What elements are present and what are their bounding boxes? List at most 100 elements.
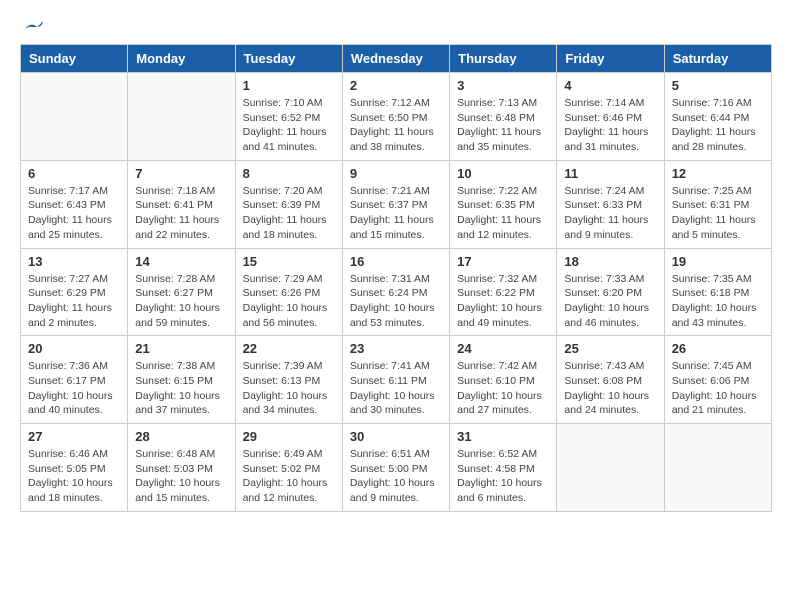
cell-info: Sunrise: 7:43 AM Sunset: 6:08 PM Dayligh… xyxy=(564,359,656,418)
calendar-cell xyxy=(21,73,128,161)
cell-info: Sunrise: 7:27 AM Sunset: 6:29 PM Dayligh… xyxy=(28,272,120,331)
cell-info: Sunrise: 7:14 AM Sunset: 6:46 PM Dayligh… xyxy=(564,96,656,155)
cell-info: Sunrise: 7:18 AM Sunset: 6:41 PM Dayligh… xyxy=(135,184,227,243)
week-row-4: 20 Sunrise: 7:36 AM Sunset: 6:17 PM Dayli… xyxy=(21,336,772,424)
calendar-cell: 17 Sunrise: 7:32 AM Sunset: 6:22 PM Dayli… xyxy=(450,248,557,336)
calendar-cell: 22 Sunrise: 7:39 AM Sunset: 6:13 PM Dayli… xyxy=(235,336,342,424)
day-number: 14 xyxy=(135,254,227,269)
cell-info: Sunrise: 7:41 AM Sunset: 6:11 PM Dayligh… xyxy=(350,359,442,418)
day-number: 12 xyxy=(672,166,764,181)
cell-info: Sunrise: 7:29 AM Sunset: 6:26 PM Dayligh… xyxy=(243,272,335,331)
calendar-cell xyxy=(664,424,771,512)
day-number: 11 xyxy=(564,166,656,181)
calendar-cell: 10Sunrise: 7:22 AM Sunset: 6:35 PM Dayli… xyxy=(450,160,557,248)
day-number: 4 xyxy=(564,78,656,93)
week-row-5: 27 Sunrise: 6:46 AM Sunset: 5:05 PM Dayli… xyxy=(21,424,772,512)
day-number: 13 xyxy=(28,254,120,269)
day-number: 23 xyxy=(350,341,442,356)
day-header-sunday: Sunday xyxy=(21,45,128,73)
cell-info: Sunrise: 7:10 AM Sunset: 6:52 PM Dayligh… xyxy=(243,96,335,155)
day-number: 5 xyxy=(672,78,764,93)
calendar-cell: 15Sunrise: 7:29 AM Sunset: 6:26 PM Dayli… xyxy=(235,248,342,336)
calendar-cell: 6 Sunrise: 7:17 AM Sunset: 6:43 PM Daylig… xyxy=(21,160,128,248)
cell-info: Sunrise: 7:35 AM Sunset: 6:18 PM Dayligh… xyxy=(672,272,764,331)
day-header-saturday: Saturday xyxy=(664,45,771,73)
day-number: 20 xyxy=(28,341,120,356)
cell-info: Sunrise: 6:46 AM Sunset: 5:05 PM Dayligh… xyxy=(28,447,120,506)
calendar-cell: 27 Sunrise: 6:46 AM Sunset: 5:05 PM Dayli… xyxy=(21,424,128,512)
logo-bird-icon xyxy=(22,20,44,38)
calendar-cell xyxy=(557,424,664,512)
day-number: 2 xyxy=(350,78,442,93)
logo xyxy=(20,20,44,34)
day-number: 22 xyxy=(243,341,335,356)
calendar-cell: 28 Sunrise: 6:48 AM Sunset: 5:03 PM Dayli… xyxy=(128,424,235,512)
day-number: 1 xyxy=(243,78,335,93)
day-header-tuesday: Tuesday xyxy=(235,45,342,73)
day-number: 26 xyxy=(672,341,764,356)
cell-info: Sunrise: 7:32 AM Sunset: 6:22 PM Dayligh… xyxy=(457,272,549,331)
cell-info: Sunrise: 7:36 AM Sunset: 6:17 PM Dayligh… xyxy=(28,359,120,418)
cell-info: Sunrise: 7:12 AM Sunset: 6:50 PM Dayligh… xyxy=(350,96,442,155)
cell-info: Sunrise: 6:48 AM Sunset: 5:03 PM Dayligh… xyxy=(135,447,227,506)
calendar-cell: 16 Sunrise: 7:31 AM Sunset: 6:24 PM Dayli… xyxy=(342,248,449,336)
day-number: 7 xyxy=(135,166,227,181)
cell-info: Sunrise: 7:39 AM Sunset: 6:13 PM Dayligh… xyxy=(243,359,335,418)
page-header xyxy=(20,20,772,34)
calendar-cell: 14 Sunrise: 7:28 AM Sunset: 6:27 PM Dayli… xyxy=(128,248,235,336)
cell-info: Sunrise: 6:51 AM Sunset: 5:00 PM Dayligh… xyxy=(350,447,442,506)
day-number: 19 xyxy=(672,254,764,269)
day-number: 21 xyxy=(135,341,227,356)
calendar-cell: 5Sunrise: 7:16 AM Sunset: 6:44 PM Daylig… xyxy=(664,73,771,161)
cell-info: Sunrise: 7:38 AM Sunset: 6:15 PM Dayligh… xyxy=(135,359,227,418)
cell-info: Sunrise: 6:52 AM Sunset: 4:58 PM Dayligh… xyxy=(457,447,549,506)
calendar-cell: 18 Sunrise: 7:33 AM Sunset: 6:20 PM Dayli… xyxy=(557,248,664,336)
calendar-cell: 2 Sunrise: 7:12 AM Sunset: 6:50 PM Daylig… xyxy=(342,73,449,161)
calendar-cell: 29 Sunrise: 6:49 AM Sunset: 5:02 PM Dayli… xyxy=(235,424,342,512)
cell-info: Sunrise: 7:20 AM Sunset: 6:39 PM Dayligh… xyxy=(243,184,335,243)
calendar-cell: 31 Sunrise: 6:52 AM Sunset: 4:58 PM Dayli… xyxy=(450,424,557,512)
day-number: 8 xyxy=(243,166,335,181)
cell-info: Sunrise: 7:22 AM Sunset: 6:35 PM Dayligh… xyxy=(457,184,549,243)
day-header-wednesday: Wednesday xyxy=(342,45,449,73)
day-number: 16 xyxy=(350,254,442,269)
day-number: 25 xyxy=(564,341,656,356)
cell-info: Sunrise: 7:17 AM Sunset: 6:43 PM Dayligh… xyxy=(28,184,120,243)
cell-info: Sunrise: 7:24 AM Sunset: 6:33 PM Dayligh… xyxy=(564,184,656,243)
day-number: 17 xyxy=(457,254,549,269)
day-number: 31 xyxy=(457,429,549,444)
day-number: 6 xyxy=(28,166,120,181)
calendar-cell: 9 Sunrise: 7:21 AM Sunset: 6:37 PM Daylig… xyxy=(342,160,449,248)
cell-info: Sunrise: 7:21 AM Sunset: 6:37 PM Dayligh… xyxy=(350,184,442,243)
day-number: 29 xyxy=(243,429,335,444)
calendar-cell: 7 Sunrise: 7:18 AM Sunset: 6:41 PM Daylig… xyxy=(128,160,235,248)
calendar-cell: 12 Sunrise: 7:25 AM Sunset: 6:31 PM Dayli… xyxy=(664,160,771,248)
calendar-cell: 8 Sunrise: 7:20 AM Sunset: 6:39 PM Daylig… xyxy=(235,160,342,248)
calendar-cell xyxy=(128,73,235,161)
calendar-cell: 4 Sunrise: 7:14 AM Sunset: 6:46 PM Daylig… xyxy=(557,73,664,161)
day-header-friday: Friday xyxy=(557,45,664,73)
day-header-monday: Monday xyxy=(128,45,235,73)
day-number: 3 xyxy=(457,78,549,93)
calendar-cell: 23 Sunrise: 7:41 AM Sunset: 6:11 PM Dayli… xyxy=(342,336,449,424)
calendar-cell: 30Sunrise: 6:51 AM Sunset: 5:00 PM Dayli… xyxy=(342,424,449,512)
day-number: 28 xyxy=(135,429,227,444)
calendar-cell: 20 Sunrise: 7:36 AM Sunset: 6:17 PM Dayli… xyxy=(21,336,128,424)
cell-info: Sunrise: 7:31 AM Sunset: 6:24 PM Dayligh… xyxy=(350,272,442,331)
cell-info: Sunrise: 6:49 AM Sunset: 5:02 PM Dayligh… xyxy=(243,447,335,506)
day-number: 9 xyxy=(350,166,442,181)
day-number: 18 xyxy=(564,254,656,269)
calendar-cell: 19 Sunrise: 7:35 AM Sunset: 6:18 PM Dayli… xyxy=(664,248,771,336)
cell-info: Sunrise: 7:28 AM Sunset: 6:27 PM Dayligh… xyxy=(135,272,227,331)
calendar-cell: 21 Sunrise: 7:38 AM Sunset: 6:15 PM Dayli… xyxy=(128,336,235,424)
cell-info: Sunrise: 7:33 AM Sunset: 6:20 PM Dayligh… xyxy=(564,272,656,331)
cell-info: Sunrise: 7:25 AM Sunset: 6:31 PM Dayligh… xyxy=(672,184,764,243)
day-header-thursday: Thursday xyxy=(450,45,557,73)
calendar-cell: 3Sunrise: 7:13 AM Sunset: 6:48 PM Daylig… xyxy=(450,73,557,161)
calendar-cell: 26Sunrise: 7:45 AM Sunset: 6:06 PM Dayli… xyxy=(664,336,771,424)
calendar-cell: 24Sunrise: 7:42 AM Sunset: 6:10 PM Dayli… xyxy=(450,336,557,424)
calendar-cell: 25 Sunrise: 7:43 AM Sunset: 6:08 PM Dayli… xyxy=(557,336,664,424)
calendar-table: SundayMondayTuesdayWednesdayThursdayFrid… xyxy=(20,44,772,512)
calendar-cell: 13 Sunrise: 7:27 AM Sunset: 6:29 PM Dayli… xyxy=(21,248,128,336)
day-number: 27 xyxy=(28,429,120,444)
